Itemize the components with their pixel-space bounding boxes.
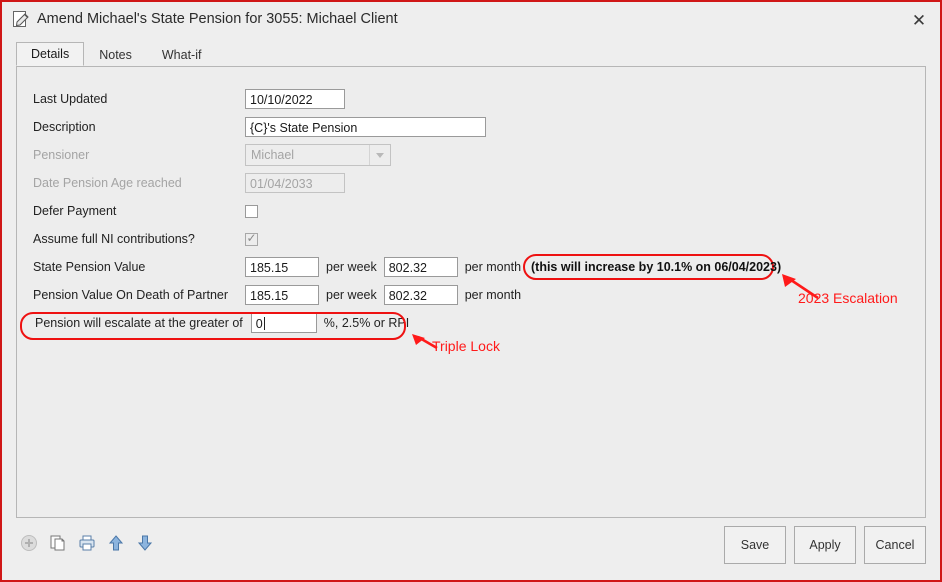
defer-payment-label: Defer Payment: [33, 204, 117, 218]
row-assume-full-ni: Assume full NI contributions? ✓: [17, 225, 925, 253]
defer-payment-checkbox[interactable]: [245, 204, 258, 218]
edit-document-icon: [12, 10, 30, 28]
row-state-pension-value: State Pension Value 185.15 per week 802.…: [17, 253, 925, 281]
save-button[interactable]: Save: [724, 526, 786, 564]
state-pension-value-label: State Pension Value: [33, 260, 146, 274]
pension-form: Last Updated 10/10/2022 Description {C}'…: [17, 67, 925, 517]
tab-details-label: Details: [31, 47, 70, 61]
title-bar: Amend Michael's State Pension for 3055: …: [2, 2, 940, 36]
description-input[interactable]: {C}'s State Pension: [245, 117, 486, 137]
escalation-rate-input[interactable]: 0: [250, 313, 317, 333]
escalation-rate-value: 0: [255, 317, 263, 331]
text-caret: [263, 317, 265, 330]
pensioner-value: Michael: [251, 148, 295, 162]
bottom-bar: Save Apply Cancel: [16, 524, 926, 570]
pension-on-death-per-month-label: per month: [464, 288, 522, 302]
close-icon[interactable]: ✕: [908, 9, 930, 31]
pension-on-death-monthly-input[interactable]: 802.32: [383, 285, 458, 305]
pensioner-label: Pensioner: [33, 148, 90, 162]
description-label: Description: [33, 120, 96, 134]
row-last-updated: Last Updated 10/10/2022: [17, 85, 925, 113]
apply-button[interactable]: Apply: [794, 526, 856, 564]
pension-on-death-per-week-label: per week: [326, 288, 377, 302]
tab-details[interactable]: Details: [16, 42, 85, 66]
pension-on-death-weekly-input[interactable]: 185.15: [245, 285, 319, 305]
dialog-window: Amend Michael's State Pension for 3055: …: [0, 0, 942, 582]
state-pension-monthly-input[interactable]: 802.32: [383, 257, 458, 277]
chevron-down-icon: [369, 145, 390, 165]
cancel-button[interactable]: Cancel: [864, 526, 926, 564]
details-panel: Last Updated 10/10/2022 Description {C}'…: [16, 66, 926, 518]
state-pension-per-month-label: per month: [464, 260, 522, 274]
tab-strip: Details Notes What-if: [16, 42, 217, 66]
row-pension-on-death: Pension Value On Death of Partner 185.15…: [17, 281, 925, 309]
tab-notes-label: Notes: [99, 48, 132, 62]
escalation-suffix-label: %, 2.5% or RPI: [323, 316, 410, 330]
row-pensioner: Pensioner Michael: [17, 141, 925, 169]
row-description: Description {C}'s State Pension: [17, 113, 925, 141]
date-pension-age-input: 01/04/2033: [245, 173, 345, 193]
tab-notes[interactable]: Notes: [84, 43, 147, 66]
pensioner-select[interactable]: Michael: [245, 144, 391, 166]
state-pension-weekly-input[interactable]: 185.15: [245, 257, 319, 277]
check-icon: ✓: [246, 231, 257, 245]
last-updated-label: Last Updated: [33, 92, 108, 106]
date-pension-age-label: Date Pension Age reached: [33, 176, 182, 190]
row-escalation: Pension will escalate at the greater of …: [17, 309, 925, 337]
icon-toolbar: [20, 534, 154, 552]
assume-full-ni-checkbox[interactable]: ✓: [245, 231, 258, 246]
state-pension-per-week-label: per week: [326, 260, 377, 274]
move-up-icon[interactable]: [107, 534, 125, 552]
tab-what-if-label: What-if: [161, 48, 202, 62]
move-down-icon[interactable]: [136, 534, 154, 552]
assume-full-ni-label: Assume full NI contributions?: [33, 232, 195, 246]
copy-icon[interactable]: [49, 534, 67, 552]
row-date-pension-age: Date Pension Age reached 01/04/2033: [17, 169, 925, 197]
dialog-buttons: Save Apply Cancel: [724, 526, 926, 564]
last-updated-input[interactable]: 10/10/2022: [245, 89, 345, 109]
tab-what-if[interactable]: What-if: [147, 43, 217, 66]
escalation-prefix-label: Pension will escalate at the greater of: [35, 316, 243, 330]
escalation-notice-text: (this will increase by 10.1% on 06/04/20…: [531, 260, 782, 274]
pension-on-death-label: Pension Value On Death of Partner: [33, 288, 229, 302]
window-title: Amend Michael's State Pension for 3055: …: [37, 11, 398, 27]
print-icon[interactable]: [78, 534, 96, 552]
add-icon: [20, 534, 38, 552]
row-defer-payment: Defer Payment: [17, 197, 925, 225]
